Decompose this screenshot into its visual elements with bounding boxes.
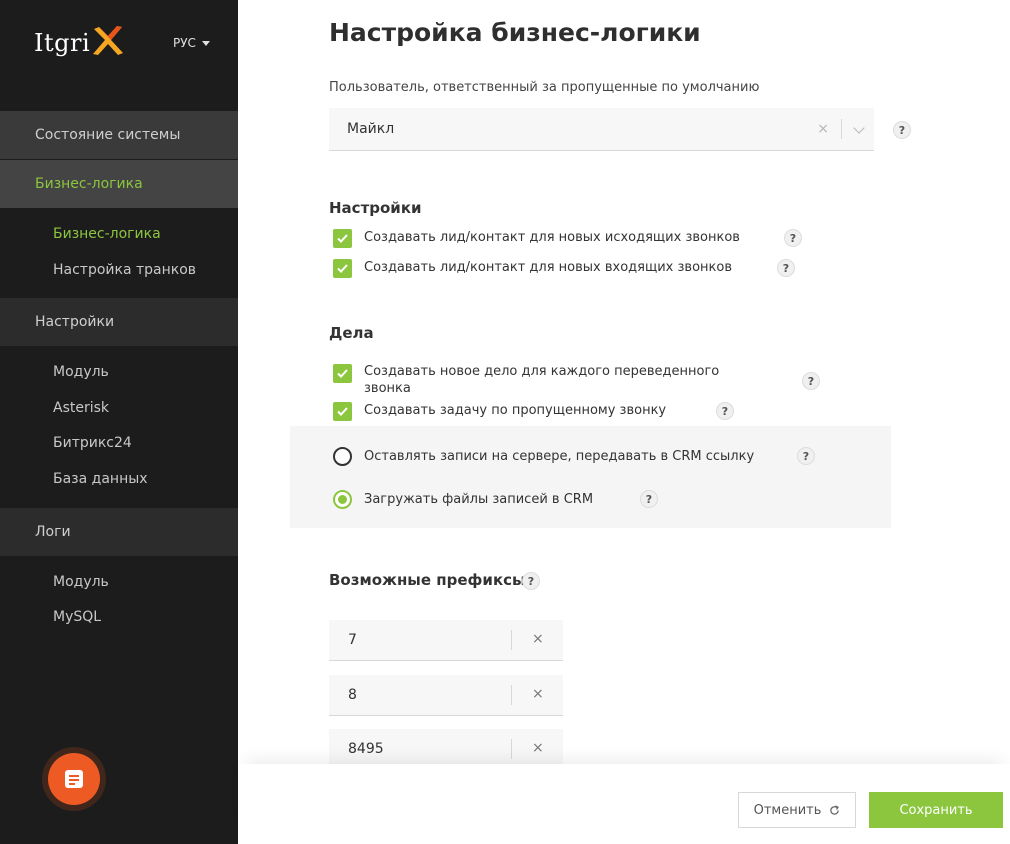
settings-heading: Настройки [329,199,422,217]
help-icon-prefixes[interactable]: ? [522,572,540,590]
help-icon-default-user[interactable]: ? [893,121,911,139]
check-icon [337,264,348,273]
chat-icon [65,770,83,788]
cancel-button[interactable]: Отменить [738,792,856,828]
sidebar-item-asterisk[interactable]: Asterisk [53,400,109,416]
refresh-icon [830,804,840,815]
checkbox-label: Создавать лид/контакт для новых исходящи… [364,230,740,245]
check-icon [337,407,348,416]
save-button[interactable]: Сохранить [869,792,1003,828]
prefix-divider [511,739,512,759]
language-label: РУС [173,36,196,50]
checkbox-outgoing[interactable] [333,229,352,248]
checkbox-missed-task[interactable] [333,402,352,421]
sidebar-section-business-logic[interactable]: Бизнес-логика [0,160,238,208]
checkbox-label: Создавать задачу по пропущенному звонку [364,403,667,418]
prefix-value: 7 [348,632,357,648]
prefixes-heading: Возможные префиксы [329,571,526,589]
prefix-value: 8495 [348,741,384,757]
help-icon-upload-to-crm[interactable]: ? [640,490,658,508]
main-content: Настройка бизнес-логики Пользователь, от… [238,0,1010,844]
recording-options-group [290,426,891,528]
logo[interactable]: Itgri [34,26,125,60]
deals-heading: Дела [329,324,374,342]
footer-bar: Отменить Сохранить [238,764,1010,844]
sidebar: Itgri РУС Состояние системы Бизнес-логик… [0,0,238,844]
sidebar-item-logs-module[interactable]: Модуль [53,574,109,590]
chat-fab-button[interactable] [48,753,100,805]
prefix-divider [511,685,512,705]
radio-label: Загружать файлы записей в CRM [364,492,594,507]
checkbox-label: Создавать новое дело для каждого перевед… [364,364,720,396]
default-user-label: Пользователь, ответственный за пропущенн… [329,80,760,95]
chevron-down-icon[interactable] [853,122,865,134]
help-icon-incoming[interactable]: ? [777,259,795,277]
help-icon-keep-on-server[interactable]: ? [797,447,815,465]
checkbox-transferred[interactable] [333,364,352,383]
checkbox-row-missed-task[interactable]: Создавать задачу по пропущенному звонку [333,402,666,421]
language-switcher[interactable]: РУС [173,36,210,50]
sidebar-item-bitrix24[interactable]: Битрикс24 [53,435,132,451]
remove-icon[interactable]: × [532,631,544,647]
checkbox-label: Создавать лид/контакт для новых входящих… [364,260,733,275]
remove-icon[interactable]: × [532,686,544,702]
help-icon-missed-task[interactable]: ? [716,402,734,420]
checkbox-row-incoming[interactable]: Создавать лид/контакт для новых входящих… [333,259,732,278]
help-icon-transferred[interactable]: ? [802,372,820,390]
sidebar-item-logs-mysql[interactable]: MySQL [53,609,101,625]
default-user-select[interactable]: Майкл × [329,108,874,151]
prefix-input-2[interactable]: 8 × [329,675,563,716]
sidebar-section-logs[interactable]: Логи [0,508,238,556]
page-title: Настройка бизнес-логики [329,18,701,47]
logo-text: Itgri [34,29,91,57]
radio-row-upload-to-crm[interactable]: Загружать файлы записей в CRM [333,490,593,509]
cancel-label: Отменить [753,802,822,818]
prefix-value: 8 [348,687,357,703]
radio-upload-to-crm[interactable] [333,490,352,509]
check-icon [337,369,348,378]
sidebar-item-trunk-settings[interactable]: Настройка транков [53,262,196,278]
logo-x-icon [93,26,124,55]
check-icon [337,234,348,243]
sidebar-item-business-logic[interactable]: Бизнес-логика [53,226,161,242]
checkbox-row-transferred[interactable]: Создавать новое дело для каждого перевед… [333,363,734,397]
prefix-divider [511,630,512,650]
prefix-input-1[interactable]: 7 × [329,620,563,661]
radio-keep-on-server[interactable] [333,447,352,466]
checkbox-row-outgoing[interactable]: Создавать лид/контакт для новых исходящи… [333,229,740,248]
remove-icon[interactable]: × [532,740,544,756]
sidebar-section-system-state[interactable]: Состояние системы [0,111,238,159]
radio-row-keep-on-server[interactable]: Оставлять записи на сервере, передавать … [333,447,754,466]
select-divider [841,119,842,139]
help-icon-outgoing[interactable]: ? [784,229,802,247]
sidebar-item-module[interactable]: Модуль [53,364,109,380]
clear-icon[interactable]: × [817,121,829,137]
sidebar-item-database[interactable]: База данных [53,471,148,487]
checkbox-incoming[interactable] [333,259,352,278]
default-user-value: Майкл [347,121,395,137]
sidebar-section-settings[interactable]: Настройки [0,298,238,346]
radio-label: Оставлять записи на сервере, передавать … [364,449,755,464]
caret-down-icon [201,40,210,46]
